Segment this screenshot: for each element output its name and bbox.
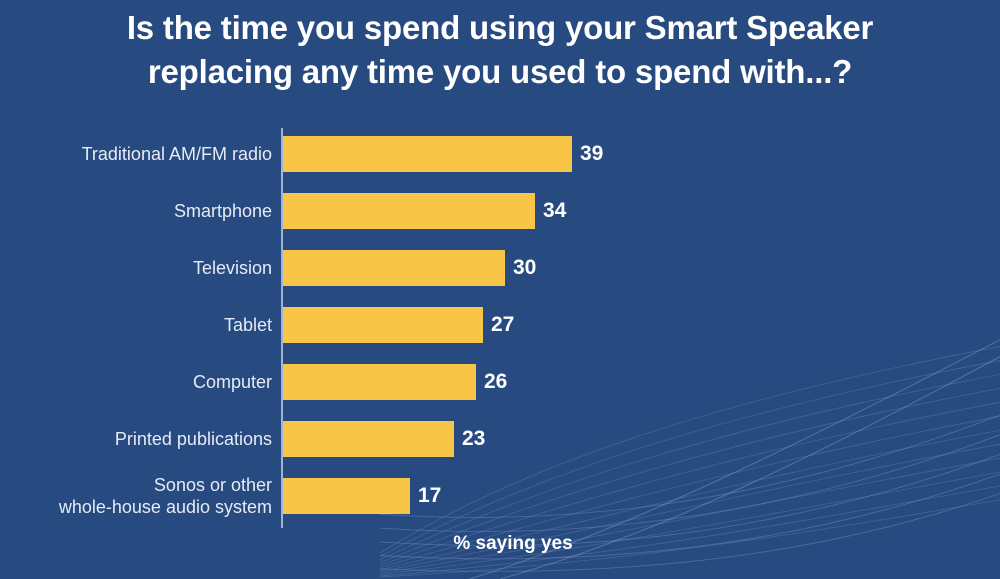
bar <box>283 136 572 172</box>
category-label: Tablet <box>223 315 272 335</box>
bar <box>283 307 483 343</box>
bar-row: Sonos or other whole-house audio system … <box>0 475 1000 517</box>
bar-value-label: 26 <box>484 370 508 393</box>
bar <box>283 250 505 286</box>
bar <box>283 193 535 229</box>
chart-title: Is the time you spend using your Smart S… <box>126 9 874 90</box>
category-label: Computer <box>192 372 272 392</box>
bar-value-label: 23 <box>462 427 486 450</box>
bar-row: Television 30 <box>0 250 1000 286</box>
bar <box>283 364 476 400</box>
bar <box>283 421 454 457</box>
bar-row: Tablet 27 <box>0 307 1000 343</box>
bar-row: Traditional AM/FM radio 39 <box>0 136 1000 172</box>
x-axis-caption: % saying yes <box>453 533 573 554</box>
bar-row: Computer 26 <box>0 364 1000 400</box>
chart-canvas: Is the time you spend using your Smart S… <box>0 0 1000 579</box>
bar-value-label: 27 <box>491 313 515 336</box>
bar-value-label: 30 <box>513 256 537 279</box>
category-label: Smartphone <box>173 201 272 221</box>
bar-value-label: 39 <box>580 142 604 165</box>
category-label: Traditional AM/FM radio <box>81 144 272 164</box>
category-label: Television <box>192 258 272 278</box>
category-label: Sonos or other whole-house audio system <box>58 475 272 517</box>
bar-value-label: 17 <box>418 484 442 507</box>
category-label: Printed publications <box>114 429 272 449</box>
bar-row: Smartphone 34 <box>0 193 1000 229</box>
plot-area: Traditional AM/FM radio 39 Smartphone 34… <box>0 120 1000 530</box>
bar-row: Printed publications 23 <box>0 421 1000 457</box>
bar-value-label: 34 <box>543 199 567 222</box>
bar <box>283 478 410 514</box>
